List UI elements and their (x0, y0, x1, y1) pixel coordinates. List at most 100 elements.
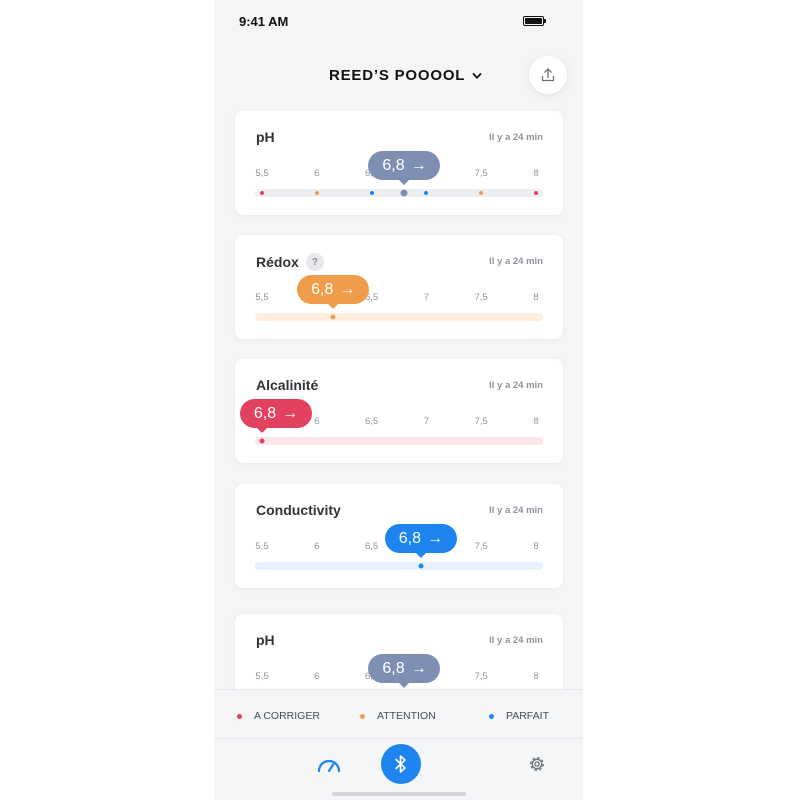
legend-item-a-corriger: A CORRIGER (237, 710, 320, 722)
scale-tick-label: 6 (314, 541, 320, 552)
value-bubble[interactable]: 6,8 → (240, 399, 312, 433)
status-time: 9:41 AM (239, 14, 289, 29)
bubble-pointer (415, 553, 426, 558)
value-label: 6,8 (382, 659, 405, 677)
card-title-label: Rédox (256, 254, 299, 270)
measurement-card[interactable]: Conductivity Il y a 24 min 5,5 6 6,5 7,5 8 6,8 → (235, 484, 563, 588)
card-title: Alcalinité (256, 377, 318, 393)
measurement-card[interactable]: Rédox? Il y a 24 min 5,5 6,5 7 7,5 8 6,8 → (235, 235, 563, 339)
value-bubble[interactable]: 6,8 → (368, 151, 441, 185)
scale-tick-label: 5,5 (255, 292, 269, 303)
legend-label: A CORRIGER (254, 710, 320, 722)
arrow-right-icon: → (410, 659, 427, 677)
value-marker (400, 189, 408, 197)
card-title-label: Conductivity (256, 502, 341, 518)
legend-item-parfait: PARFAIT (489, 710, 549, 722)
scale-tick-label: 5,5 (255, 168, 269, 179)
value-track (255, 189, 543, 197)
card-timestamp: Il y a 24 min (489, 505, 543, 516)
legend-label: PARFAIT (506, 710, 549, 722)
zone-dot (424, 191, 429, 195)
scale-tick-label: 8 (533, 671, 539, 682)
value-label: 6,8 (311, 280, 334, 298)
value-label: 6,8 (382, 156, 405, 174)
zone-dot (314, 191, 319, 195)
share-button[interactable] (529, 56, 567, 94)
tab-bar (214, 739, 583, 800)
battery-icon (523, 16, 546, 26)
scale-tick-label: 5,5 (255, 541, 269, 552)
gauge-icon[interactable] (316, 753, 342, 777)
legend-dot (360, 713, 365, 719)
scale-tick-label: 7 (423, 416, 430, 427)
value-track (255, 437, 543, 445)
bubble-pointer (328, 304, 339, 309)
scale-tick-label: 5,5 (255, 671, 269, 682)
scale-tick-label: 7,5 (474, 416, 488, 427)
card-title-label: pH (256, 129, 275, 145)
value-bubble[interactable]: 6,8 → (297, 275, 370, 309)
zone-dot (479, 191, 484, 195)
measurement-card[interactable]: pHIl y a 24 min5,566,577,586,8→ (235, 111, 563, 215)
scale-tick-label: 8 (533, 541, 539, 552)
scale-tick-label: 8 (533, 416, 539, 427)
pool-name: REED’S POOOOL (329, 67, 466, 84)
card-title-label: pH (256, 632, 275, 648)
bubble-pointer (399, 180, 410, 185)
arrow-right-icon: → (282, 404, 299, 422)
scale-tick-label: 7 (423, 292, 430, 303)
value-track (255, 562, 543, 570)
status-legend: A CORRIGER ATTENTION PARFAIT (214, 689, 583, 739)
value-label: 6,8 (398, 529, 422, 547)
header: REED’S POOOOL (214, 54, 583, 98)
value-label: 6,8 (253, 404, 277, 422)
zone-dot (260, 191, 264, 195)
home-indicator (332, 792, 466, 796)
arrow-right-icon: → (427, 529, 444, 547)
card-timestamp: Il y a 24 min (489, 132, 543, 143)
bubble-pointer (257, 428, 267, 433)
measurement-card[interactable]: Alcalinité Il y a 24 min 6 6,5 7 7,5 8 6,8 → (235, 359, 563, 463)
card-timestamp: Il y a 24 min (489, 635, 543, 646)
scale-tick-label: 6 (314, 671, 320, 682)
scale-tick-label: 8 (533, 292, 539, 303)
chevron-down-icon (472, 72, 482, 79)
arrow-right-icon: → (339, 280, 356, 298)
pool-selector[interactable]: REED’S POOOOL (329, 67, 482, 84)
scale-tick-label: 7,5 (474, 168, 488, 179)
card-title-label: Alcalinité (256, 377, 319, 393)
legend-label: ATTENTION (377, 710, 436, 722)
value-track (255, 313, 543, 321)
card-timestamp: Il y a 24 min (489, 380, 543, 391)
zone-dot (534, 191, 538, 195)
value-bubble[interactable]: 6,8 → (384, 524, 457, 558)
scale-tick-label: 6 (314, 168, 320, 179)
scale-tick-label: 7,5 (474, 541, 488, 552)
legend-dot (489, 713, 494, 719)
bluetooth-button[interactable] (381, 744, 421, 784)
value-marker (259, 438, 265, 444)
card-title: Conductivity (256, 502, 341, 518)
help-icon[interactable]: ? (305, 253, 324, 271)
value-marker (330, 314, 336, 320)
value-bubble[interactable]: 6,8 → (368, 654, 441, 688)
card-timestamp: Il y a 24 min (489, 256, 543, 267)
status-bar: 9:41 AM (214, 0, 583, 44)
legend-item-attention: ATTENTION (360, 710, 436, 722)
value-marker (418, 563, 424, 569)
share-icon (541, 68, 555, 82)
scale-tick-label: 6,5 (364, 416, 379, 427)
scale-tick-label: 7,5 (474, 671, 488, 682)
card-title: Rédox? (256, 253, 324, 271)
bluetooth-icon (395, 755, 406, 773)
zone-dot (369, 191, 374, 195)
legend-dot (237, 713, 242, 719)
arrow-right-icon: → (410, 156, 427, 174)
scale-tick-label: 6,5 (364, 541, 379, 552)
settings-icon[interactable] (527, 754, 547, 774)
scale-tick-label: 6 (314, 416, 320, 427)
card-title: pH (256, 632, 275, 648)
scale-tick-label: 7,5 (474, 292, 488, 303)
card-title: pH (256, 129, 275, 145)
phone-screen: 9:41 AM REED’S POOOOL pH Il y a 24 min 5,5… (214, 0, 583, 800)
